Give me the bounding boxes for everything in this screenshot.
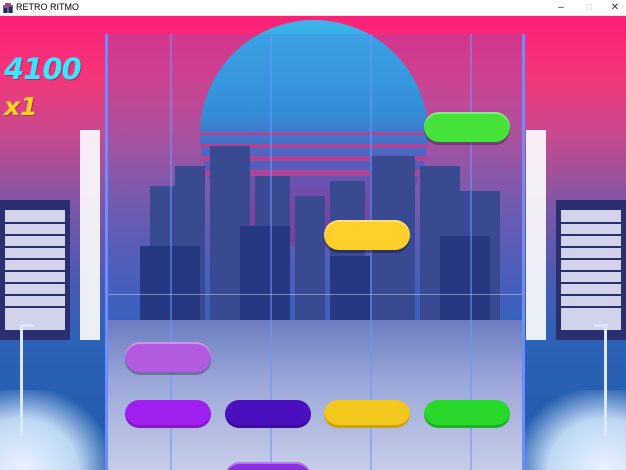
app-icon bbox=[3, 3, 13, 13]
game-scene[interactable]: 4100 x1 bbox=[0, 16, 626, 470]
right-skyscrapers bbox=[526, 130, 626, 340]
street-lamp-head bbox=[20, 324, 34, 327]
street-lamp-head bbox=[594, 324, 608, 327]
note-green bbox=[424, 112, 510, 142]
horizon-line bbox=[108, 294, 522, 295]
target-purple[interactable] bbox=[125, 400, 211, 428]
snow-left bbox=[0, 390, 110, 470]
street-lamp bbox=[604, 326, 607, 436]
score-display: 4100 bbox=[4, 52, 82, 86]
maximize-button[interactable]: □ bbox=[575, 0, 603, 16]
target-yellow[interactable] bbox=[324, 400, 410, 428]
left-skyscrapers bbox=[0, 130, 100, 340]
window-title: RETRO RITMO bbox=[16, 2, 79, 12]
note-purple bbox=[125, 342, 211, 372]
multiplier-display: x1 bbox=[4, 92, 38, 121]
minimize-button[interactable]: – bbox=[547, 0, 575, 16]
title-bar: RETRO RITMO – □ ✕ bbox=[0, 0, 626, 16]
note-highway[interactable] bbox=[105, 34, 525, 470]
street-lamp bbox=[20, 326, 23, 436]
note-yellow bbox=[324, 220, 410, 250]
target-green[interactable] bbox=[424, 400, 510, 428]
snow-right bbox=[516, 390, 626, 470]
target-indigo[interactable] bbox=[225, 400, 311, 428]
note-indigo bbox=[225, 462, 311, 470]
close-button[interactable]: ✕ bbox=[601, 0, 626, 16]
